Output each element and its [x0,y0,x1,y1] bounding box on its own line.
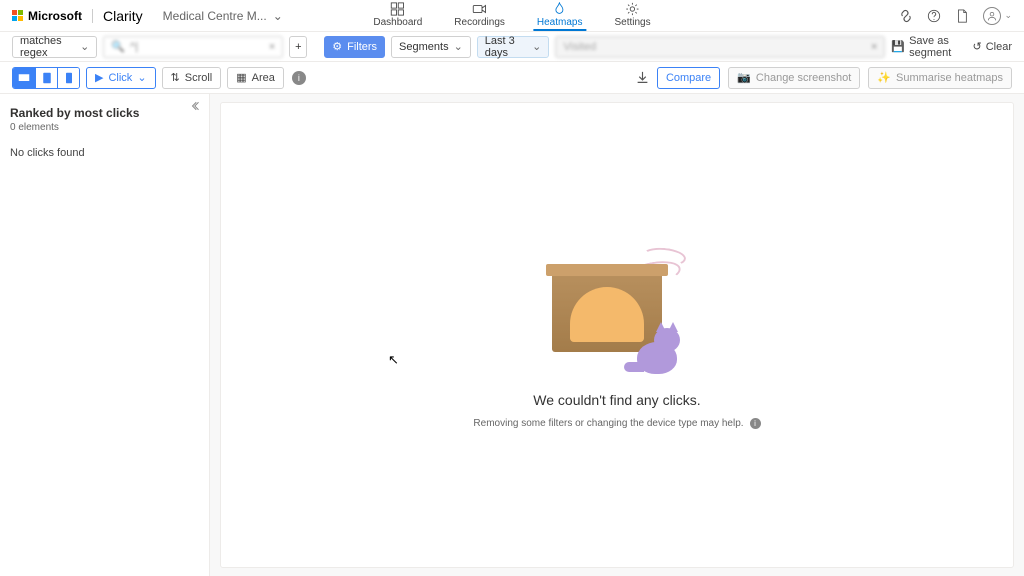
heatmap-canvas: We couldn't find any clicks. Removing so… [220,102,1014,568]
side-panel-subtitle: 0 elements [0,122,209,141]
save-segment-button[interactable]: 💾 Save as segment [891,35,964,59]
recordings-icon [473,2,487,16]
scroll-mode-button[interactable]: ⇅ Scroll [162,67,222,89]
summarise-label: Summarise heatmaps [896,72,1003,84]
nav-heatmaps[interactable]: Heatmaps [533,0,587,31]
clear-label: Clear [986,41,1012,53]
side-panel: Ranked by most clicks 0 elements No clic… [0,94,210,576]
chevron-down-icon: ⌄ [80,40,89,53]
camera-icon: 📷 [737,71,751,84]
settings-icon [626,2,640,16]
summarise-button[interactable]: ✨ Summarise heatmaps [868,67,1012,89]
heatmap-toolbar: ▶ Click ⌄ ⇅ Scroll ▦ Area i Compare 📷 Ch… [0,62,1024,94]
project-selector[interactable]: Medical Centre M... ⌄ [163,9,283,23]
info-icon[interactable]: i [292,71,306,85]
regex-chip[interactable]: matches regex ⌄ [12,36,97,58]
url-chip[interactable]: 🔍 ^| × [103,36,283,58]
download-icon[interactable] [636,71,649,84]
sparkle-icon: ✨ [877,71,891,84]
heatmaps-icon [553,2,567,16]
refresh-icon: ↺ [972,40,981,53]
chevron-down-icon: ⌄ [1004,10,1012,21]
brand-app-label: Clarity [103,8,143,24]
link-icon[interactable] [899,9,913,23]
compare-label: Compare [666,72,711,84]
nav-settings-label: Settings [614,17,650,28]
close-icon[interactable]: × [871,41,877,53]
area-mode-button[interactable]: ▦ Area [227,67,284,89]
save-segment-label: Save as segment [909,35,964,59]
side-panel-title: Ranked by most clicks [0,104,209,122]
click-mode-button[interactable]: ▶ Click ⌄ [86,67,156,89]
compare-button[interactable]: Compare [657,67,720,89]
toolbar-right: Compare 📷 Change screenshot ✨ Summarise … [636,67,1012,89]
filter-icon: ⚙ [332,40,342,53]
regex-chip-label: matches regex [20,35,75,59]
change-screenshot-button[interactable]: 📷 Change screenshot [728,67,860,89]
long-filter-chip[interactable]: Visited × [555,36,885,58]
document-icon[interactable] [955,9,969,23]
save-icon: 💾 [891,40,905,53]
empty-state-title: We couldn't find any clicks. [533,392,700,408]
area-mode-label: Area [252,72,275,84]
search-icon: 🔍 [111,40,125,53]
area-icon: ▦ [236,71,246,84]
avatar-icon [983,7,1001,25]
date-range-button[interactable]: Last 3 days ⌄ [477,36,550,58]
header-nav: Dashboard Recordings Heatmaps Settings [369,0,654,31]
info-icon[interactable]: i [750,418,761,429]
brand-divider [92,9,93,23]
filters-label: Filters [347,41,377,53]
side-panel-empty: No clicks found [0,141,209,165]
date-range-label: Last 3 days [485,35,527,59]
device-tablet-button[interactable] [35,68,57,88]
dashboard-icon [391,2,405,16]
filters-button[interactable]: ⚙ Filters [324,36,385,58]
nav-dashboard[interactable]: Dashboard [369,0,426,31]
play-icon: ▶ [95,71,103,84]
microsoft-logo-icon [12,10,23,21]
app-header: Microsoft Clarity Medical Centre M... ⌄ … [0,0,1024,32]
chevron-down-icon: ⌄ [532,40,541,53]
url-chip-text: ^| [130,41,264,53]
clear-button[interactable]: ↺ Clear [972,40,1012,53]
click-mode-label: Click [108,72,132,84]
long-filter-text: Visited [563,41,866,53]
heatmap-canvas-container: We couldn't find any clicks. Removing so… [210,94,1024,576]
scroll-mode-label: Scroll [185,72,213,84]
chevron-down-icon: ⌄ [273,9,283,23]
device-mobile-button[interactable] [57,68,79,88]
chevron-down-icon: ⌄ [454,40,463,53]
add-filter-button[interactable]: + [289,36,307,58]
microsoft-logo: Microsoft [12,9,82,23]
empty-state-subtitle-text: Removing some filters or changing the de… [473,418,743,429]
brand-ms-label: Microsoft [28,9,82,23]
chevron-down-icon: ⌄ [137,71,146,84]
header-right: ⌄ [899,7,1012,25]
change-screenshot-label: Change screenshot [756,72,851,84]
device-desktop-button[interactable] [13,68,35,88]
main-body: Ranked by most clicks 0 elements No clic… [0,94,1024,576]
nav-recordings[interactable]: Recordings [450,0,509,31]
nav-heatmaps-label: Heatmaps [537,17,583,28]
scroll-icon: ⇅ [171,71,180,84]
nav-dashboard-label: Dashboard [373,17,422,28]
segments-button[interactable]: Segments ⌄ [391,36,471,58]
nav-settings[interactable]: Settings [610,0,654,31]
device-toggle-group [12,67,80,89]
help-icon[interactable] [927,9,941,23]
filter-bar-right: 💾 Save as segment ↺ Clear [891,35,1012,59]
segments-label: Segments [399,41,449,53]
close-icon[interactable]: × [269,41,275,53]
empty-state-illustration [542,242,692,382]
account-menu[interactable]: ⌄ [983,7,1012,25]
filter-bar: matches regex ⌄ 🔍 ^| × + ⚙ Filters Segme… [0,32,1024,62]
empty-state-subtitle: Removing some filters or changing the de… [473,418,760,429]
collapse-panel-button[interactable] [191,100,203,112]
project-name-label: Medical Centre M... [163,9,267,23]
nav-recordings-label: Recordings [454,17,505,28]
